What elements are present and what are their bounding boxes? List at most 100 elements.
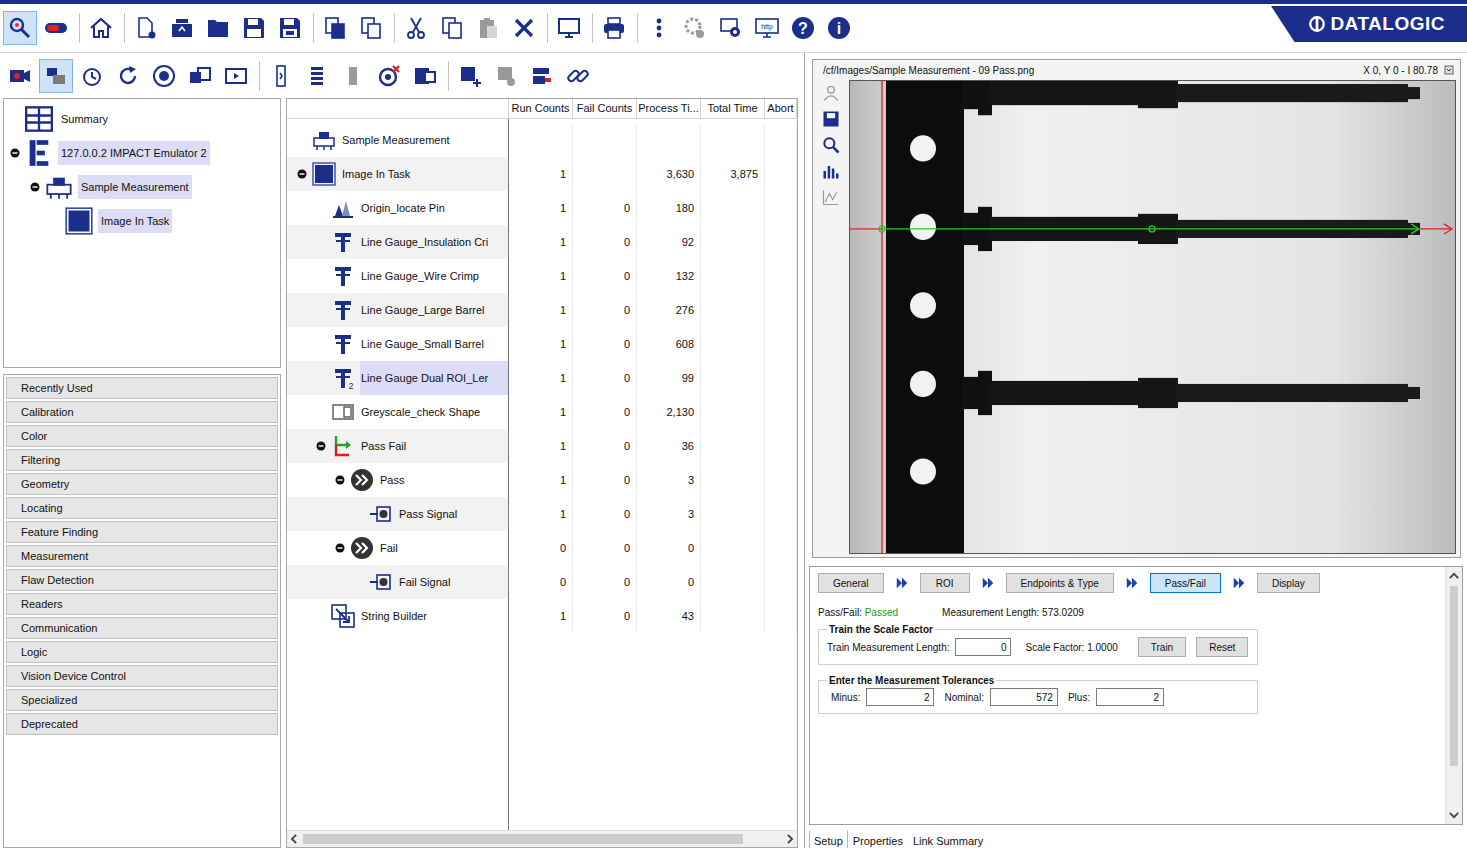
task-row[interactable]: Greyscale_check Shape 102,130: [287, 395, 797, 429]
dots-button[interactable]: [642, 11, 676, 45]
snapshot-button[interactable]: [819, 107, 843, 131]
scroll-thumb[interactable]: [1450, 586, 1458, 766]
tolerance-field[interactable]: 2: [866, 688, 934, 706]
collapse-icon[interactable]: [10, 148, 20, 158]
flag-button[interactable]: [525, 59, 559, 93]
import-button[interactable]: [318, 11, 352, 45]
panel-tab[interactable]: Link Summary: [908, 830, 988, 848]
tool-category[interactable]: Locating: [6, 497, 278, 519]
scroll-right-icon[interactable]: [783, 832, 797, 846]
open-button[interactable]: [165, 11, 199, 45]
runner-button[interactable]: [408, 59, 442, 93]
tool-category[interactable]: Color: [6, 425, 278, 447]
target-button[interactable]: [372, 59, 406, 93]
tool-category[interactable]: Communication: [6, 617, 278, 639]
train-length-field[interactable]: 0: [955, 638, 1011, 656]
column-header[interactable]: Total Time: [701, 99, 765, 118]
setup-step-tab[interactable]: Pass/Fail: [1150, 573, 1221, 593]
multi-button[interactable]: [183, 59, 217, 93]
pin-icon[interactable]: [1444, 65, 1454, 75]
paste-button[interactable]: [471, 11, 505, 45]
histogram-button[interactable]: [819, 159, 843, 183]
tolerance-field[interactable]: 572: [990, 688, 1058, 706]
setup-step-tab[interactable]: Display: [1257, 573, 1320, 593]
export-button[interactable]: [354, 11, 388, 45]
greybar-button[interactable]: [336, 59, 370, 93]
tool-category[interactable]: Measurement: [6, 545, 278, 567]
collapse-icon[interactable]: [316, 441, 326, 451]
info-button[interactable]: i: [822, 11, 856, 45]
task-row[interactable]: Line Gauge_Insulation Cri 1092: [287, 225, 797, 259]
refresh-button[interactable]: [111, 59, 145, 93]
tool-category[interactable]: Logic: [6, 641, 278, 663]
pill-button[interactable]: [39, 11, 73, 45]
scroll-left-icon[interactable]: [287, 832, 301, 846]
setup-step-tab[interactable]: General: [818, 573, 884, 593]
scroll-up-icon[interactable]: [1447, 569, 1461, 583]
tool-category[interactable]: Geometry: [6, 473, 278, 495]
task-row[interactable]: Pass Fail 1036: [287, 429, 797, 463]
save-button[interactable]: [237, 11, 271, 45]
task-row[interactable]: Origin_locate Pin 10180: [287, 191, 797, 225]
scan-button[interactable]: [3, 59, 37, 93]
tool-category[interactable]: Specialized: [6, 689, 278, 711]
tree-node[interactable]: Sample Measurement: [4, 170, 280, 204]
scale-action-button[interactable]: Reset: [1196, 637, 1248, 657]
task-row[interactable]: Pass 103: [287, 463, 797, 497]
tasks-button[interactable]: [39, 59, 73, 93]
copy-button[interactable]: [435, 11, 469, 45]
tool-category[interactable]: Flaw Detection: [6, 569, 278, 591]
delete-button[interactable]: [507, 11, 541, 45]
monitor-button[interactable]: [552, 11, 586, 45]
play-button[interactable]: [219, 59, 253, 93]
zoom-button[interactable]: [819, 133, 843, 157]
task-row[interactable]: Pass Signal 103: [287, 497, 797, 531]
folder-button[interactable]: [201, 11, 235, 45]
setup-step-tab[interactable]: ROI: [920, 573, 970, 593]
tree-node[interactable]: Summary: [4, 102, 280, 136]
panel-tab[interactable]: Properties: [848, 830, 908, 848]
tool-category[interactable]: Readers: [6, 593, 278, 615]
link-button[interactable]: [561, 59, 595, 93]
search-button[interactable]: [3, 11, 37, 45]
panel-tab[interactable]: Setup: [809, 830, 848, 848]
tool-category[interactable]: Deprecated: [6, 713, 278, 735]
settings-button[interactable]: [714, 11, 748, 45]
task-row[interactable]: Sample Measurement: [287, 123, 797, 157]
narrow-button[interactable]: [264, 59, 298, 93]
scroll-down-icon[interactable]: [1447, 808, 1461, 822]
camera-button[interactable]: [147, 59, 181, 93]
cut-button[interactable]: [399, 11, 433, 45]
tool-category[interactable]: Filtering: [6, 449, 278, 471]
saveas-button[interactable]: [273, 11, 307, 45]
scroll-thumb[interactable]: [303, 834, 743, 844]
list-button[interactable]: [300, 59, 334, 93]
task-row[interactable]: 2 Line Gauge Dual ROI_Ler 1099: [287, 361, 797, 395]
help-button[interactable]: ?: [786, 11, 820, 45]
tolerance-field[interactable]: 2: [1096, 688, 1164, 706]
collapse-icon[interactable]: [30, 182, 40, 192]
tool-category[interactable]: Recently Used: [6, 377, 278, 399]
task-row[interactable]: String Builder 1043: [287, 599, 797, 633]
horizontal-scrollbar[interactable]: [287, 830, 797, 847]
cpm-button[interactable]: [678, 11, 712, 45]
collapse-icon[interactable]: [297, 169, 307, 179]
task-row[interactable]: Line Gauge_Wire Crimp 10132: [287, 259, 797, 293]
person-button[interactable]: [819, 81, 843, 105]
tree-node[interactable]: Image In Task: [4, 204, 280, 238]
task-row[interactable]: Fail 000: [287, 531, 797, 565]
tree-node[interactable]: 127.0.0.2 IMPACT Emulator 2: [4, 136, 280, 170]
addtool-button[interactable]: [453, 59, 487, 93]
setup-step-tab[interactable]: Endpoints & Type: [1006, 573, 1114, 593]
task-row[interactable]: Line Gauge_Small Barrel 10608: [287, 327, 797, 361]
task-row[interactable]: Image In Task 13,6303,875: [287, 157, 797, 191]
tool-category[interactable]: Vision Device Control: [6, 665, 278, 687]
column-header[interactable]: Process Ti...: [637, 99, 701, 118]
collapse-icon[interactable]: [335, 543, 345, 553]
task-row[interactable]: Line Gauge_Large Barrel 10276: [287, 293, 797, 327]
column-header[interactable]: Fail Counts: [573, 99, 637, 118]
greytool-button[interactable]: [489, 59, 523, 93]
newdoc-button[interactable]: [129, 11, 163, 45]
home-button[interactable]: [84, 11, 118, 45]
tool-category[interactable]: Calibration: [6, 401, 278, 423]
